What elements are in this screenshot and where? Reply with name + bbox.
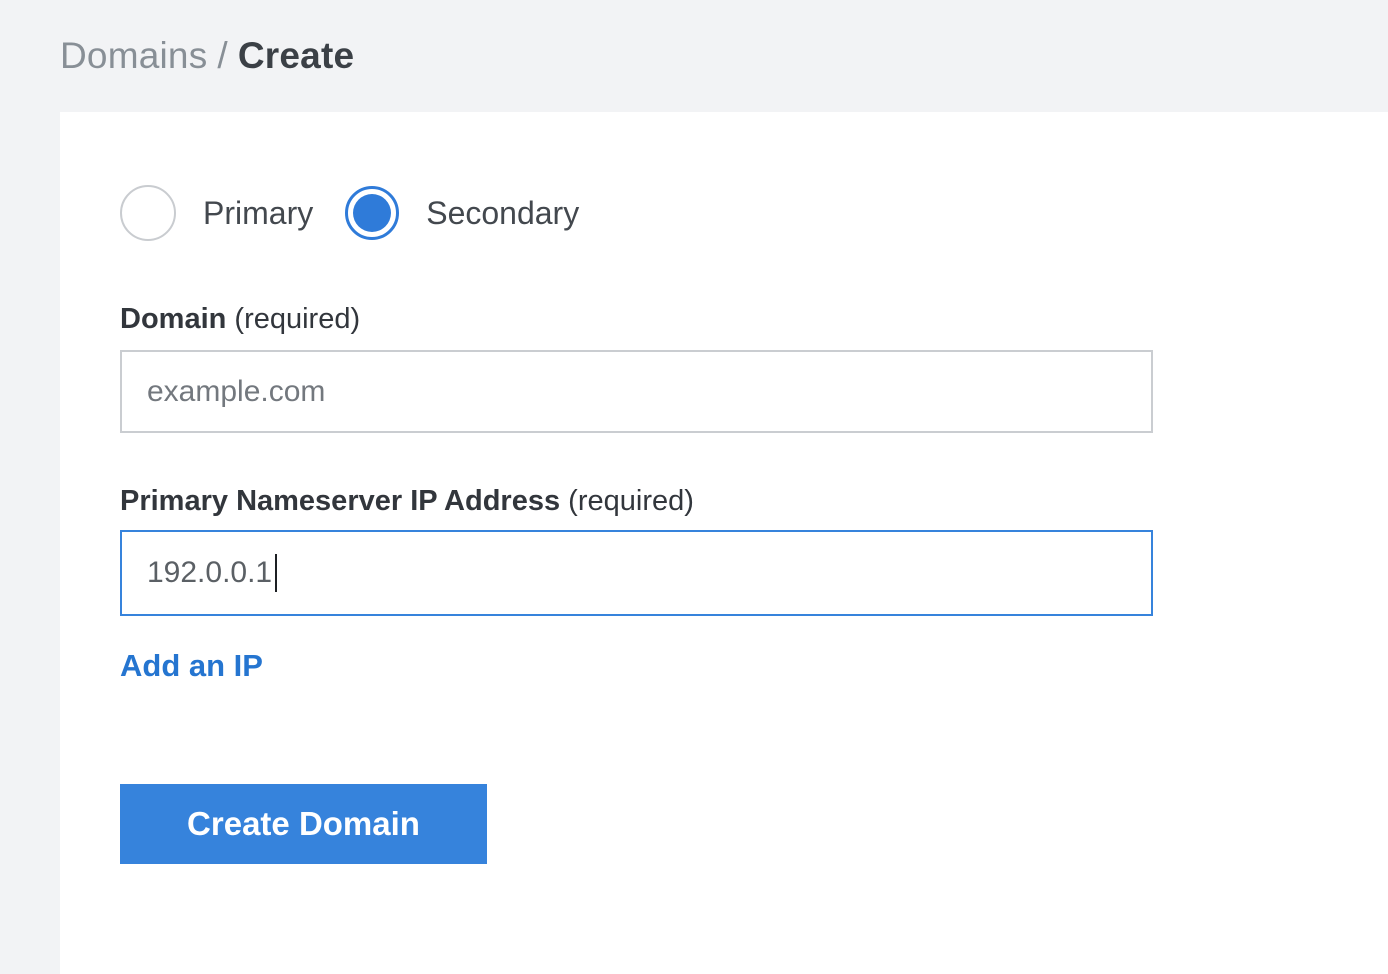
top-bar: Domains/Create [0, 0, 1388, 112]
breadcrumb-separator: / [207, 35, 237, 76]
domain-field-label: Domain (required) [120, 303, 1388, 336]
radio-label-primary: Primary [203, 195, 313, 232]
radio-option-secondary[interactable]: Secondary [345, 186, 579, 240]
radio-option-primary[interactable]: Primary [120, 185, 313, 241]
ip-input-value: 192.0.0.1 [147, 556, 272, 590]
domain-required-suffix: (required) [234, 303, 360, 335]
ip-label-text: Primary Nameserver IP Address [120, 485, 560, 517]
add-ip-link[interactable]: Add an IP [120, 648, 263, 684]
domain-type-radio-group: Primary Secondary [120, 183, 1388, 243]
ip-input[interactable]: 192.0.0.1 [120, 530, 1153, 616]
breadcrumb: Domains/Create [60, 35, 354, 77]
radio-unselected-icon[interactable] [120, 185, 176, 241]
create-domain-card: Primary Secondary Domain (required) exam… [60, 112, 1388, 974]
breadcrumb-current-create: Create [238, 35, 354, 76]
domain-input[interactable]: example.com [120, 350, 1153, 433]
create-domain-button[interactable]: Create Domain [120, 784, 487, 864]
radio-label-secondary: Secondary [426, 195, 579, 232]
radio-dot-icon [353, 194, 391, 232]
radio-selected-icon[interactable] [345, 186, 399, 240]
domain-input-placeholder: example.com [147, 375, 325, 409]
breadcrumb-link-domains[interactable]: Domains [60, 35, 207, 76]
ip-field-label: Primary Nameserver IP Address (required) [120, 485, 1388, 518]
text-caret [275, 554, 277, 592]
ip-required-suffix: (required) [568, 485, 694, 517]
domain-label-text: Domain [120, 303, 226, 335]
